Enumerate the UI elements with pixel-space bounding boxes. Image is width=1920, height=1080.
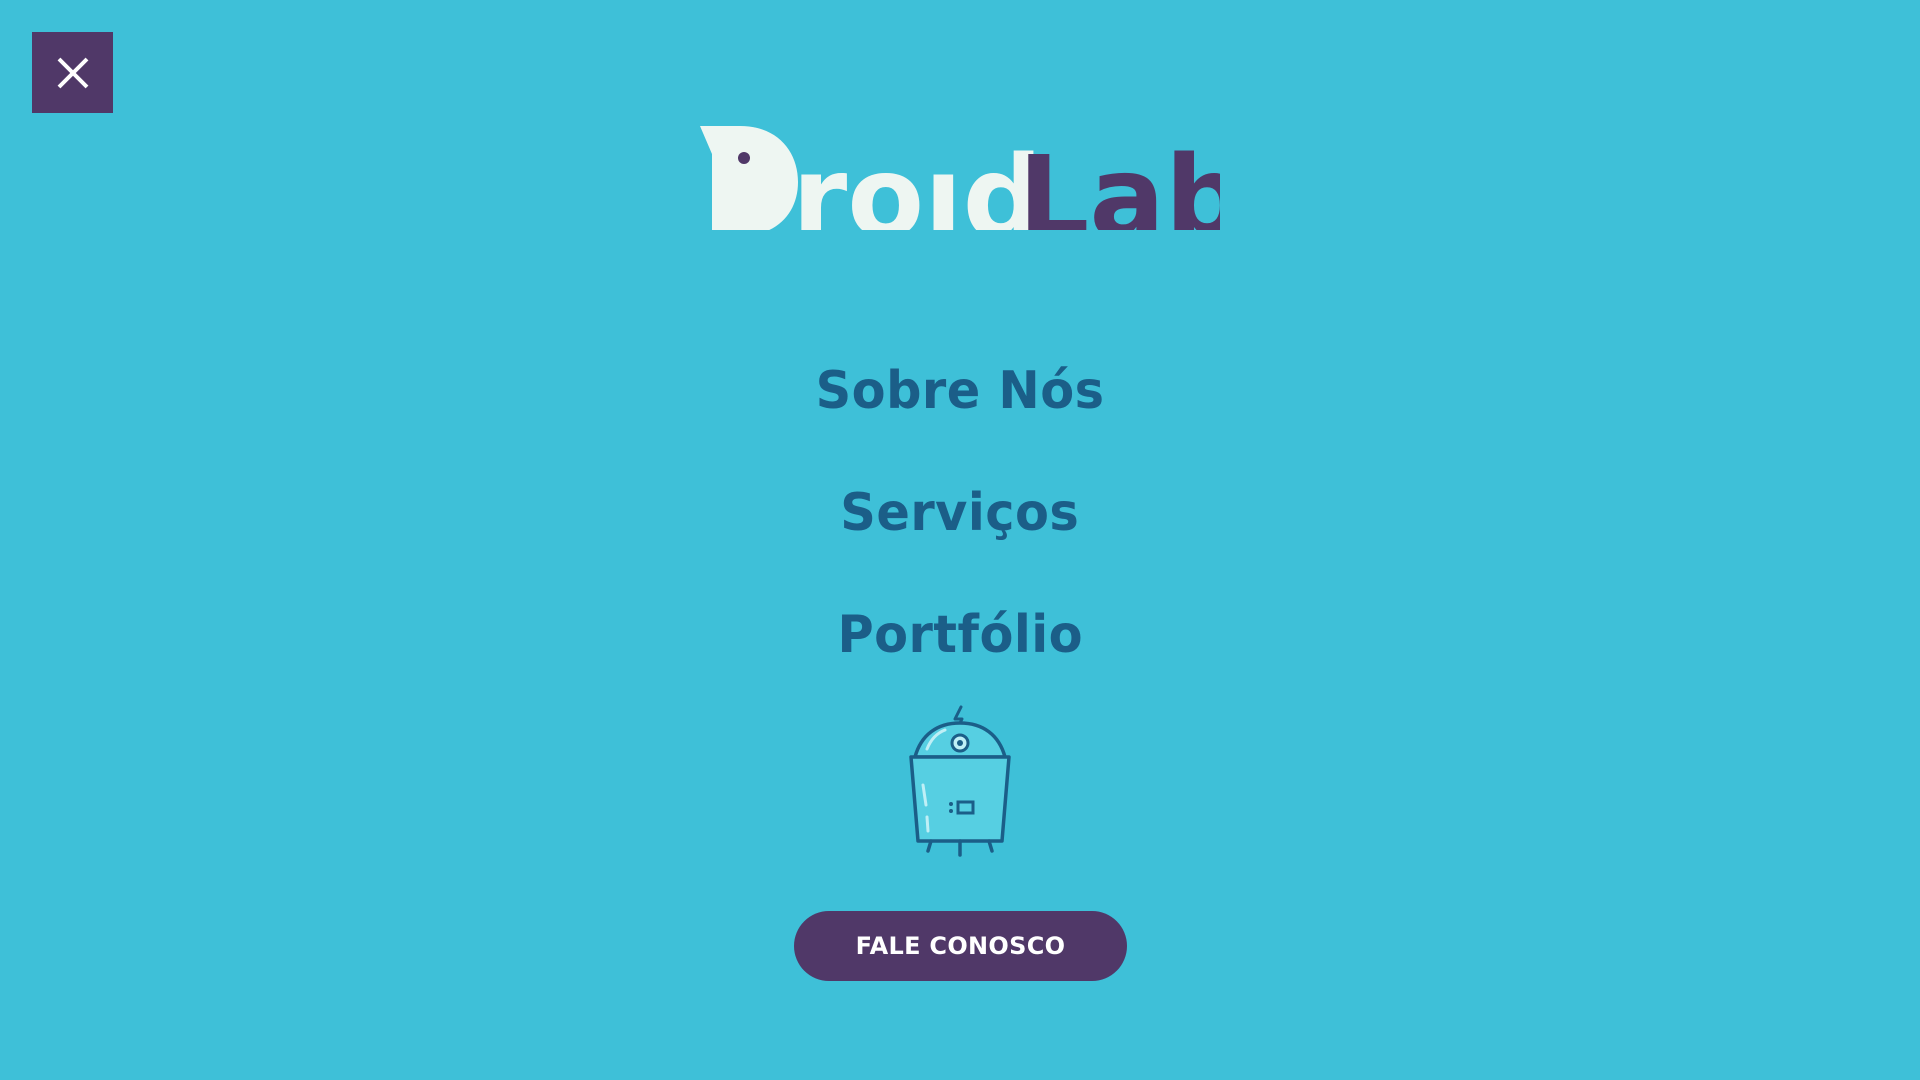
main-menu: Sobre Nós Serviços Portfólio [0, 330, 1920, 696]
close-menu-button[interactable] [32, 32, 113, 113]
logo-d-shape [700, 126, 798, 230]
logo-word-droid: roıd [792, 133, 1043, 230]
close-icon [57, 57, 88, 88]
nav-item-servicos[interactable]: Serviços [840, 452, 1079, 574]
logo-eye [738, 152, 750, 164]
nav-item-portfolio[interactable]: Portfólio [837, 574, 1083, 696]
droidlab-logo[interactable]: roıd Lab [0, 110, 1920, 230]
robot-icon [909, 705, 1011, 857]
contact-button[interactable]: FALE CONOSCO [794, 911, 1127, 981]
nav-item-sobre-nos[interactable]: Sobre Nós [816, 330, 1105, 452]
logo-word-lab: Lab [1018, 133, 1220, 230]
